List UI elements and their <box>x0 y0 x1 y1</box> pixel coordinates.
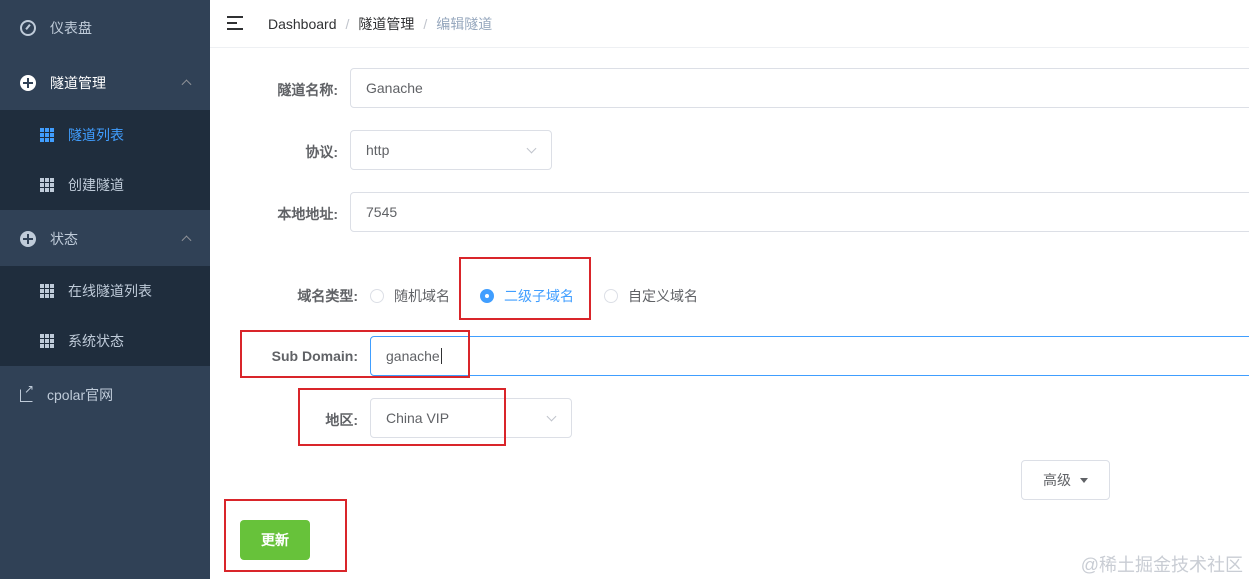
plus-circle-icon <box>20 231 36 247</box>
sidebar-item-create-tunnel[interactable]: 创建隧道 <box>0 160 210 210</box>
sidebar-item-online-tunnels[interactable]: 在线隧道列表 <box>0 266 210 316</box>
protocol-label: 协议: <box>305 144 338 160</box>
external-link-icon <box>20 382 34 402</box>
grid-icon <box>40 284 54 298</box>
watermark: @稀土掘金技术社区 <box>1080 555 1243 575</box>
sidebar-item-system-status[interactable]: 系统状态 <box>0 316 210 366</box>
radio-circle-icon <box>370 289 384 303</box>
chevron-down-icon <box>546 411 557 422</box>
sidebar-item-label: cpolar官网 <box>47 387 114 403</box>
sidebar-item-cpolar-website[interactable]: cpolar官网 <box>0 367 210 423</box>
radio-circle-icon <box>604 289 618 303</box>
sidebar: 仪表盘 隧道管理 隧道列表 创建隧道 状态 在线隧道列表 系统状态 cp <box>0 0 210 579</box>
sidebar-item-label: 创建隧道 <box>68 177 124 193</box>
sidebar-item-label: 仪表盘 <box>50 20 92 36</box>
tunnel-name-input[interactable]: Ganache <box>350 68 1249 108</box>
sub-domain-input[interactable]: ganache <box>370 336 1249 376</box>
breadcrumb-tunnel-management[interactable]: 隧道管理 <box>358 14 414 34</box>
sidebar-item-tunnel-management[interactable]: 隧道管理 <box>0 55 210 111</box>
tunnel-name-label: 隧道名称: <box>277 82 338 98</box>
sidebar-item-label: 系统状态 <box>68 333 124 349</box>
sidebar-item-label: 在线隧道列表 <box>68 283 152 299</box>
protocol-value: http <box>366 142 390 158</box>
grid-icon <box>40 128 54 142</box>
protocol-select[interactable]: http <box>350 130 552 170</box>
tunnel-name-value: Ganache <box>366 80 423 96</box>
radio-label: 自定义域名 <box>628 288 698 304</box>
dashboard-icon <box>20 20 36 36</box>
plus-circle-icon <box>20 75 36 91</box>
breadcrumb-separator: / <box>345 16 350 32</box>
advanced-button[interactable]: 高级 <box>1021 460 1110 500</box>
submenu-tunnel: 隧道列表 创建隧道 <box>0 110 210 210</box>
chevron-up-icon <box>181 235 192 246</box>
breadcrumb: Dashboard / 隧道管理 / 编辑隧道 <box>268 14 492 34</box>
submenu-status: 在线隧道列表 系统状态 <box>0 266 210 366</box>
grid-icon <box>40 334 54 348</box>
sidebar-item-dashboard[interactable]: 仪表盘 <box>0 0 210 56</box>
grid-icon <box>40 178 54 192</box>
caret-down-icon <box>1080 477 1088 483</box>
sidebar-item-label: 隧道管理 <box>50 75 106 91</box>
local-address-input[interactable]: 7545 <box>350 192 1249 232</box>
highlight-box-update <box>224 499 347 572</box>
breadcrumb-edit-tunnel: 编辑隧道 <box>436 16 493 32</box>
breadcrumb-separator: / <box>423 16 428 32</box>
chevron-up-icon <box>181 79 192 90</box>
navbar: Dashboard / 隧道管理 / 编辑隧道 <box>210 0 1249 48</box>
sidebar-item-tunnel-list[interactable]: 隧道列表 <box>0 110 210 160</box>
domain-type-label: 域名类型: <box>297 288 358 304</box>
sidebar-item-label: 状态 <box>50 231 78 247</box>
local-address-value: 7545 <box>366 204 398 220</box>
highlight-box-sub-domain <box>240 330 470 378</box>
radio-label: 随机域名 <box>394 288 450 304</box>
sidebar-item-status[interactable]: 状态 <box>0 211 210 267</box>
highlight-box-subdomain-radio <box>459 257 591 320</box>
highlight-box-region <box>298 388 506 446</box>
advanced-button-label: 高级 <box>1043 472 1071 488</box>
chevron-down-icon <box>526 143 537 154</box>
radio-random-domain[interactable]: 随机域名 <box>370 286 450 306</box>
sidebar-item-label: 隧道列表 <box>68 127 124 143</box>
radio-custom-domain[interactable]: 自定义域名 <box>604 286 698 306</box>
local-address-label: 本地地址: <box>277 206 338 222</box>
hamburger-menu-icon[interactable] <box>227 16 243 30</box>
breadcrumb-dashboard[interactable]: Dashboard <box>268 16 337 32</box>
